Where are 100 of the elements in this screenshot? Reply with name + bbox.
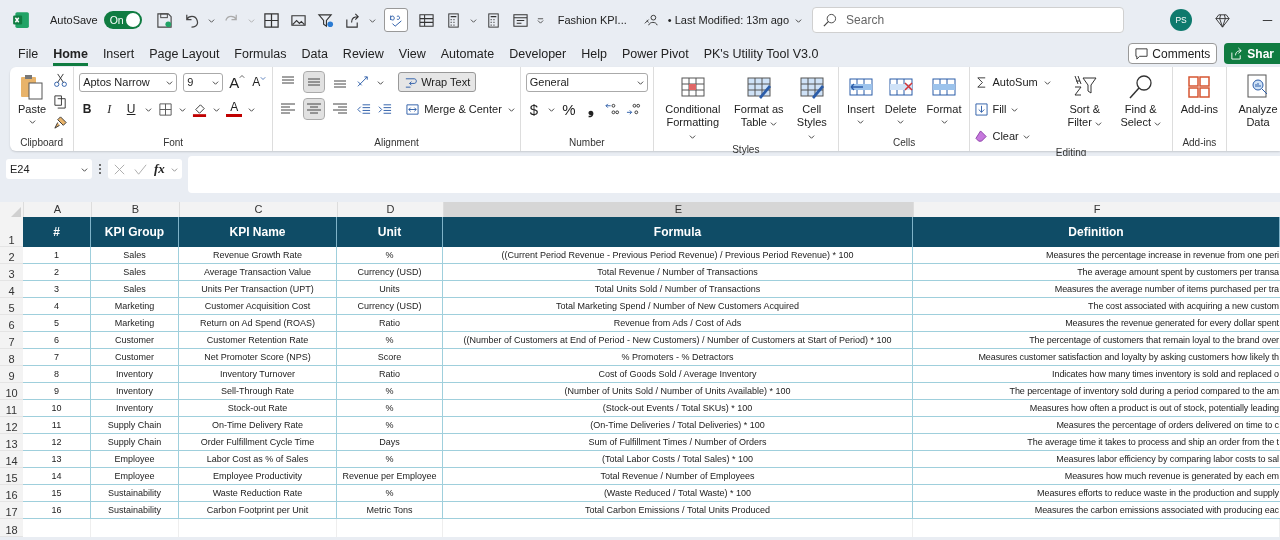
shrink-font-button[interactable]: A <box>251 75 268 89</box>
row-number[interactable]: 18 <box>0 519 23 537</box>
table-cell: 2 <box>23 264 91 281</box>
row-number[interactable]: 13 <box>0 434 23 451</box>
group-label: Number <box>568 137 606 150</box>
table-cell: Marketing <box>91 315 179 332</box>
table-cell: Units Per Transaction (UPT) <box>179 281 337 298</box>
file-name[interactable]: Fashion KPI... <box>557 14 627 26</box>
group-label: Cells <box>892 137 917 150</box>
autosave-toggle[interactable]: On <box>103 11 142 29</box>
share-button[interactable]: Shar <box>1224 43 1280 64</box>
menu-tab[interactable]: View <box>398 41 426 66</box>
row-number[interactable]: 7 <box>0 332 23 349</box>
row-number[interactable]: 4 <box>0 281 23 298</box>
search-field[interactable]: Search <box>812 7 1125 33</box>
table-cell: Carbon Footprint per Unit <box>179 502 337 519</box>
insert-function-button[interactable]: fx <box>154 161 165 177</box>
comma-style-button[interactable]: ❟ <box>582 100 599 118</box>
styles-button[interactable]: Format as Table <box>730 71 787 131</box>
table-cell: 11 <box>23 417 91 434</box>
styles-button[interactable]: Cell Styles <box>790 71 833 144</box>
row-number[interactable]: 17 <box>0 502 23 519</box>
analyze-data-button[interactable]: Analyze Data <box>1232 71 1280 131</box>
row-number[interactable]: 3 <box>0 264 23 281</box>
table-cell: % <box>337 417 443 434</box>
group-label: Styles <box>731 144 761 155</box>
cells-button[interactable]: Delete <box>881 71 920 127</box>
autosum-button[interactable]: AutoSum <box>975 75 1038 89</box>
menu-tab[interactable]: Automate <box>440 41 495 66</box>
table-cell: Metric Tons <box>337 502 443 519</box>
table-cell: Measures efforts to reduce waste in the production and supply <box>913 485 1280 502</box>
row-number[interactable]: 16 <box>0 485 23 502</box>
row-number[interactable]: 12 <box>0 417 23 434</box>
table-cell: 5 <box>23 315 91 332</box>
column-header: # <box>23 217 91 247</box>
menu-tab[interactable]: Data <box>301 41 328 66</box>
italic-button[interactable]: I <box>101 101 118 117</box>
grow-font-button[interactable]: A <box>229 73 246 91</box>
table-cell: 15 <box>23 485 91 502</box>
table-cell: 8 <box>23 366 91 383</box>
currency-button[interactable]: $ <box>525 100 542 118</box>
find-select-button[interactable]: Find & Select <box>1114 71 1167 131</box>
menu-tab[interactable]: PK's Utility Tool V3.0 <box>703 41 819 66</box>
paste-button[interactable]: Paste <box>15 71 50 127</box>
row-number[interactable]: 9 <box>0 366 23 383</box>
cells-button[interactable]: Insert <box>843 71 878 127</box>
table-cell: 12 <box>23 434 91 451</box>
menu-tab[interactable]: File <box>18 41 39 66</box>
comments-button[interactable]: Comments <box>1128 43 1218 64</box>
bold-button[interactable]: B <box>79 102 96 116</box>
menu-tab[interactable]: Insert <box>102 41 135 66</box>
row-number[interactable]: 11 <box>0 400 23 417</box>
cells-button[interactable]: Format <box>923 71 965 127</box>
table-cell: On-Time Delivery Rate <box>179 417 337 434</box>
styles-button[interactable]: Conditional Formatting <box>658 71 727 144</box>
table-cell: 9 <box>23 383 91 400</box>
row-number[interactable]: 15 <box>0 468 23 485</box>
table-cell: % Promoters - % Detractors <box>443 349 913 366</box>
row-number[interactable]: 8 <box>0 349 23 366</box>
menu-tab[interactable]: Review <box>342 41 384 66</box>
merge-center-button[interactable]: Merge & Center <box>406 102 502 116</box>
clear-button[interactable]: Clear <box>975 129 1030 143</box>
table-cell: 14 <box>23 468 91 485</box>
table-cell: Sum of Fulfillment Times / Number of Orders <box>443 434 913 451</box>
number-format-dropdown[interactable]: General <box>525 72 648 92</box>
wrap-text-button[interactable]: Wrap Text <box>398 72 477 92</box>
row-number[interactable]: 10 <box>0 383 23 400</box>
avatar[interactable]: PS <box>1170 9 1193 31</box>
menu-tab[interactable]: Help <box>581 41 607 66</box>
table-cell: Inventory Turnover <box>179 366 337 383</box>
name-box[interactable]: E24 <box>6 159 92 179</box>
group-label: Clipboard <box>19 137 64 150</box>
menu-tab[interactable]: Page Layout <box>149 41 220 66</box>
table-cell: Measures how often a product is out of stock, potentially leading <box>913 400 1280 417</box>
table-cell: 7 <box>23 349 91 366</box>
table-cell: Total Revenue / Number of Transactions <box>443 264 913 281</box>
add-ins-button[interactable]: Add-ins <box>1177 71 1221 118</box>
menu-tab[interactable]: Power Pivot <box>621 41 689 66</box>
menu-tab[interactable]: Formulas <box>234 41 287 66</box>
fill-button[interactable]: Fill <box>975 102 1018 116</box>
last-modified[interactable]: • Last Modified: 13m ago <box>667 14 790 26</box>
row-number[interactable]: 14 <box>0 451 23 468</box>
table-cell: Employee <box>91 468 179 485</box>
font-size-dropdown[interactable]: 9 <box>183 72 224 92</box>
menu-tab[interactable]: Developer <box>509 41 567 66</box>
group-label: Add-ins <box>1181 137 1218 150</box>
percent-button[interactable]: % <box>560 100 577 118</box>
table-cell: 1 <box>23 247 91 264</box>
row-number[interactable]: 6 <box>0 315 23 332</box>
row-number[interactable]: 2 <box>0 247 23 264</box>
sort-filter-button[interactable]: Sort & Filter <box>1058 71 1111 131</box>
table-cell: Sales <box>91 281 179 298</box>
font-name-dropdown[interactable]: Aptos Narrow <box>79 72 178 92</box>
font-color-button[interactable]: A <box>226 101 243 117</box>
table-cell: Cost of Goods Sold / Average Inventory <box>443 366 913 383</box>
table-cell: 16 <box>23 502 91 519</box>
table-cell: Customer Acquisition Cost <box>179 298 337 315</box>
row-number[interactable]: 5 <box>0 298 23 315</box>
row-number[interactable]: 1 <box>0 217 23 247</box>
underline-button[interactable]: U <box>123 102 140 116</box>
